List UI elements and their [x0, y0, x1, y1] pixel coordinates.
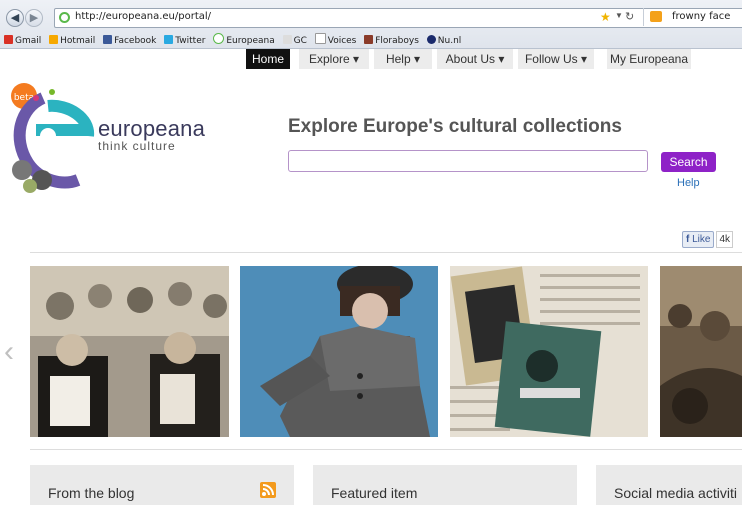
bookmark-floraboys[interactable]: Floraboys [364, 35, 419, 46]
carousel-item-fashion[interactable] [240, 266, 438, 437]
bookmark-europeana[interactable]: Europeana [213, 33, 275, 46]
browser-chrome: ◀ ▶ http://europeana.eu/portal/ ★ ▼ ↻ fr… [0, 0, 742, 49]
nav-home[interactable]: Home [246, 49, 290, 69]
gc-icon [282, 35, 292, 44]
address-bar[interactable]: http://europeana.eu/portal/ ★ ▼ ↻ frowny… [54, 8, 742, 28]
reload-icon[interactable]: ↻ [625, 10, 634, 23]
facebook-icon [103, 35, 113, 44]
panel-title-social: Social media activiti [614, 485, 737, 501]
browser-search-text[interactable]: frowny face [672, 11, 730, 22]
rss-icon[interactable] [260, 482, 276, 498]
nav-my-europeana[interactable]: My Europeana [607, 49, 691, 69]
carousel-prev-arrow[interactable]: ‹ [4, 337, 14, 367]
panel-featured-item: Featured item [313, 465, 577, 505]
bookmarks-bar: Gmail Hotmail Facebook Twitter Europeana… [4, 33, 466, 46]
divider-top [30, 252, 742, 253]
browser-search-box[interactable]: frowny face [643, 8, 742, 26]
nav-help[interactable]: Help ▾ [374, 49, 432, 69]
facebook-icon: f [686, 234, 690, 245]
panel-social-media: Social media activiti [596, 465, 742, 505]
bookmark-twitter[interactable]: Twitter [164, 35, 205, 46]
search-engine-icon[interactable] [650, 11, 662, 22]
bookmark-gmail[interactable]: Gmail [4, 35, 41, 46]
search-button[interactable]: Search [661, 152, 716, 172]
bookmark-star-icon[interactable]: ★ [600, 10, 611, 24]
like-button[interactable]: f Like [682, 231, 715, 248]
carousel-item-vintage-car[interactable] [660, 266, 742, 437]
panel-title-featured: Featured item [331, 485, 418, 501]
logo-tagline: think culture [98, 139, 176, 153]
hotmail-icon [49, 35, 59, 44]
bookmark-voices[interactable]: Voices [314, 33, 356, 46]
twitter-icon [164, 35, 174, 44]
facebook-like-widget: f Like 4k [682, 231, 734, 248]
bookmark-facebook[interactable]: Facebook [103, 35, 156, 46]
forward-button[interactable]: ▶ [25, 9, 43, 27]
panel-title-blog: From the blog [48, 485, 135, 501]
nav-about-us[interactable]: About Us ▾ [437, 49, 513, 69]
like-count: 4k [716, 231, 734, 248]
page-headline: Explore Europe's cultural collections [288, 116, 622, 137]
url-text[interactable]: http://europeana.eu/portal/ [75, 11, 211, 22]
url-dropdown-icon[interactable]: ▼ [615, 11, 623, 20]
search-input[interactable] [288, 150, 648, 172]
europeana-icon [213, 33, 225, 44]
divider-bottom [30, 449, 742, 450]
page-icon [314, 33, 326, 44]
bookmark-gc[interactable]: GC [282, 35, 307, 46]
floraboys-icon [364, 35, 374, 44]
carousel-item-musicians[interactable] [30, 266, 229, 437]
europeana-logo[interactable]: beta [8, 78, 98, 196]
gmail-icon [4, 35, 13, 44]
nunl-icon [426, 35, 436, 44]
bookmark-hotmail[interactable]: Hotmail [49, 35, 95, 46]
panel-from-the-blog: From the blog [30, 465, 294, 505]
carousel-item-poetry-books[interactable] [450, 266, 648, 437]
back-button[interactable]: ◀ [6, 9, 24, 27]
bookmark-nunl[interactable]: Nu.nl [426, 35, 461, 46]
help-link[interactable]: Help [677, 177, 700, 189]
nav-follow-us[interactable]: Follow Us ▾ [518, 49, 594, 69]
nav-explore[interactable]: Explore ▾ [299, 49, 369, 69]
site-favicon-icon [59, 12, 70, 23]
